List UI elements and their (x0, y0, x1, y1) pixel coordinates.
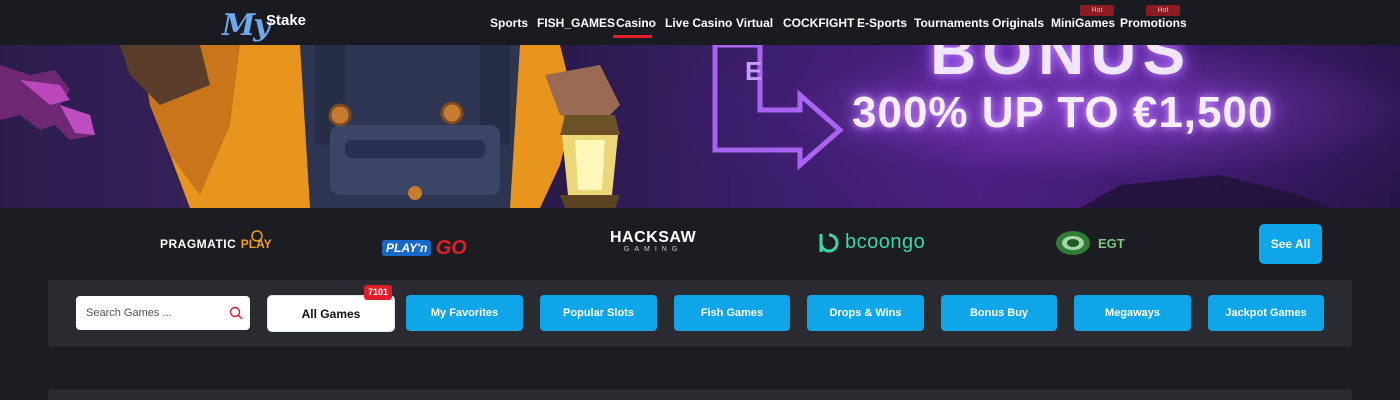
provider-egt-text: EGT (1098, 236, 1125, 251)
nav-item-sports[interactable]: Sports (490, 16, 528, 30)
all-games-count-badge: 7101 (364, 285, 392, 300)
nav-item-promotions[interactable]: Promotions (1120, 16, 1187, 30)
banner-headline: BONUS (930, 45, 1192, 88)
games-grid-panel (48, 389, 1352, 400)
logo-my: My (222, 8, 271, 43)
nav-item-tournaments[interactable]: Tournaments (914, 16, 989, 30)
provider-hacksaw[interactable]: HACKSAW GAMING (610, 230, 696, 256)
nav-item-minigames[interactable]: MiniGames (1051, 16, 1115, 30)
top-navigation-bar: My Stake Sports FISH_GAMES Casino Live C… (0, 0, 1400, 45)
banner-offer: 300% UP TO €1,500 (852, 88, 1274, 137)
search-games-box[interactable] (76, 296, 250, 330)
nav-item-live-casino[interactable]: Live Casino (665, 16, 732, 30)
provider-booongo-text: bcoongo (845, 231, 926, 253)
provider-hacksaw-sub-text: GAMING (623, 246, 683, 253)
hot-badge-minigames: Hot (1080, 5, 1114, 16)
category-megaways-button[interactable]: Megaways (1074, 295, 1191, 331)
category-popular-slots-button[interactable]: Popular Slots (540, 295, 657, 331)
hot-badge-promotions: Hot (1146, 5, 1180, 16)
mystake-logo[interactable]: My Stake (222, 6, 322, 43)
provider-hacksaw-text: HACKSAW (610, 229, 697, 246)
provider-playngo-go-text: GO (435, 237, 467, 259)
nav-item-virtual[interactable]: Virtual (736, 16, 773, 30)
egt-logo-icon (1056, 231, 1090, 255)
category-my-favorites-button[interactable]: My Favorites (406, 295, 523, 331)
category-fish-games-button[interactable]: Fish Games (674, 295, 790, 331)
provider-pragmatic-play[interactable]: PRAGMATIC PLAY (160, 230, 272, 258)
nav-item-e-sports[interactable]: E-Sports (857, 16, 907, 30)
character-graphic (120, 45, 620, 208)
booongo-logo-icon (819, 233, 839, 253)
provider-pragmatic-text: PRAGMATIC (160, 237, 237, 251)
provider-playngo-text: PLAY'n (382, 240, 432, 256)
search-icon[interactable] (229, 306, 243, 320)
nav-item-originals[interactable]: Originals (992, 16, 1044, 30)
category-drops-wins-button[interactable]: Drops & Wins (807, 295, 924, 331)
lantern-graphic (560, 115, 620, 208)
neon-arrow-graphic: E (712, 45, 844, 171)
nav-item-casino[interactable]: Casino (616, 16, 656, 30)
active-nav-indicator (613, 35, 652, 38)
robot-claw-graphic (0, 65, 95, 140)
category-bonus-buy-button[interactable]: Bonus Buy (941, 295, 1057, 331)
all-games-button[interactable]: All Games (267, 295, 395, 332)
pragmatic-sun-icon (251, 230, 263, 242)
promo-banner[interactable]: E BONUS 300% UP TO €1,500 (0, 45, 1400, 208)
nav-item-cockfight[interactable]: COCKFIGHT (783, 16, 854, 30)
svg-text:E: E (745, 56, 762, 86)
car-silhouette (1080, 175, 1330, 208)
category-jackpot-games-button[interactable]: Jackpot Games (1208, 295, 1324, 331)
provider-playngo[interactable]: PLAY'n GO (382, 232, 467, 259)
nav-item-fish-games[interactable]: FISH_GAMES (537, 16, 615, 30)
see-all-providers-button[interactable]: See All (1259, 224, 1322, 264)
logo-stake: Stake (266, 12, 307, 29)
search-games-input[interactable] (76, 296, 226, 330)
